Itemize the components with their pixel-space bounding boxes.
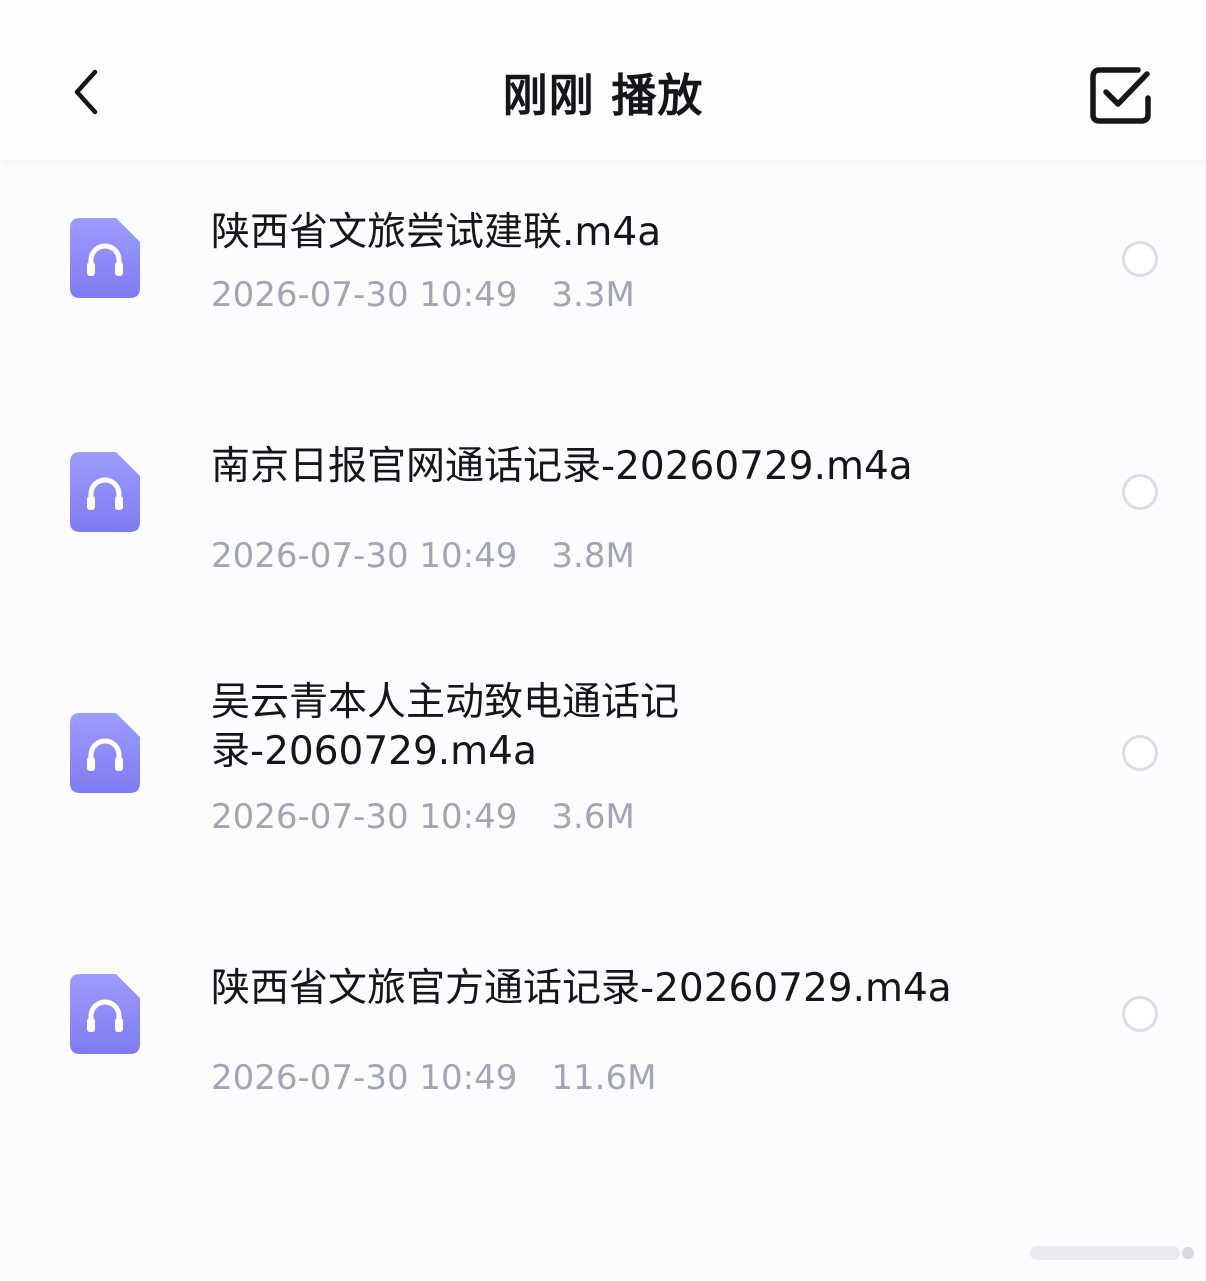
list-item[interactable]: 陕西省文旅尝试建联.m4a 2026-07-30 10:49 3.3M: [0, 160, 1206, 394]
file-name: 吴云青本人主动致电通话记录-2060729.m4a: [211, 680, 680, 774]
top-bar: 刚刚 播放: [0, 0, 1206, 160]
file-size: 11.6M: [551, 1058, 657, 1098]
audio-file-icon: [70, 218, 140, 298]
file-date: 2026-07-30 10:49: [211, 797, 518, 837]
select-radio[interactable]: [1122, 996, 1158, 1032]
list-item[interactable]: 南京日报官网通话记录-20260729.m4a 2026-07-30 10:49…: [0, 394, 1206, 655]
file-date: 2026-07-30 10:49: [211, 536, 518, 576]
audio-file-icon: [70, 713, 140, 793]
file-size: 3.6M: [551, 797, 635, 837]
file-size: 3.3M: [551, 275, 635, 315]
file-name: 陕西省文旅官方通话记录-20260729.m4a: [211, 966, 952, 1011]
list-item[interactable]: 吴云青本人主动致电通话记录-2060729.m4a 2026-07-30 10:…: [0, 655, 1206, 916]
file-meta: 2026-07-30 10:49 11.6M: [211, 1056, 656, 1100]
file-size: 3.8M: [551, 536, 635, 576]
file-meta: 2026-07-30 10:49 3.8M: [211, 534, 635, 578]
select-radio[interactable]: [1122, 241, 1158, 277]
file-date: 2026-07-30 10:49: [211, 1058, 518, 1098]
file-meta: 2026-07-30 10:49 3.6M: [211, 795, 635, 839]
watermark: [1030, 1238, 1196, 1268]
audio-file-icon: [70, 974, 140, 1054]
multi-select-button[interactable]: [1086, 62, 1156, 128]
file-date: 2026-07-30 10:49: [211, 275, 518, 315]
file-name: 南京日报官网通话记录-20260729.m4a: [211, 444, 913, 489]
list-item[interactable]: 陕西省文旅官方通话记录-20260729.m4a 2026-07-30 10:4…: [0, 916, 1206, 1177]
file-meta: 2026-07-30 10:49 3.3M: [211, 273, 635, 317]
select-radio[interactable]: [1122, 735, 1158, 771]
page-title: 刚刚 播放: [502, 69, 704, 122]
audio-file-icon: [70, 452, 140, 532]
checkbox-checked-icon: [1090, 67, 1151, 124]
file-name: 陕西省文旅尝试建联.m4a: [211, 210, 662, 255]
watermark-mark: [1030, 1246, 1194, 1260]
select-radio[interactable]: [1122, 474, 1158, 510]
